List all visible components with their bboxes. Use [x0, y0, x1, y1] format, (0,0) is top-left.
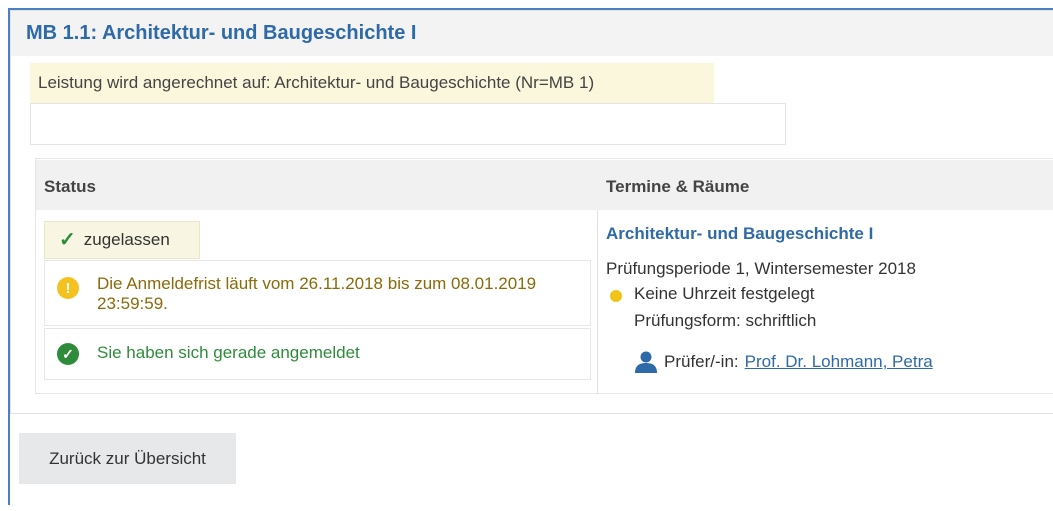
examiner-row: Prüfer/-in: Prof. Dr. Lohmann, Petra: [634, 351, 933, 373]
registration-deadline-text: Die Anmeldefrist läuft vom 26.11.2018 bi…: [97, 274, 537, 313]
info-warning-icon: !: [57, 277, 79, 299]
check-icon: ✓: [59, 229, 76, 251]
back-to-overview-button[interactable]: Zurück zur Übersicht: [19, 433, 236, 484]
status-badge: ✓ zugelassen: [44, 221, 200, 259]
status-badge-label: zugelassen: [83, 230, 170, 249]
exam-period: Prüfungsperiode 1, Wintersemester 2018: [606, 259, 916, 278]
yellow-dot-icon: [610, 290, 622, 302]
registration-success-text: Sie haben sich gerade angemeldet: [97, 343, 360, 362]
exam-time: Keine Uhrzeit festgelegt: [634, 284, 815, 303]
exam-form: Prüfungsform: schriftlich: [634, 311, 817, 330]
status-column-header: Status: [44, 177, 96, 196]
module-title: MB 1.1: Architektur- und Baugeschichte I: [26, 22, 417, 44]
credit-note: Leistung wird angerechnet auf: Architekt…: [30, 63, 714, 103]
check-circle-icon: ✓: [57, 343, 79, 365]
empty-info-box: [30, 103, 786, 145]
examiner-label: Prüfer/-in:: [664, 352, 739, 371]
column-divider: [597, 210, 598, 394]
examiner-name-link[interactable]: Prof. Dr. Lohmann, Petra: [745, 352, 933, 372]
person-icon: [634, 351, 658, 373]
exam-title-link[interactable]: Architektur- und Baugeschichte I: [606, 224, 873, 244]
registration-deadline-message: ! Die Anmeldefrist läuft vom 26.11.2018 …: [44, 260, 591, 326]
dates-rooms-column-header: Termine & Räume: [606, 177, 750, 196]
registration-success-message: ✓ Sie haben sich gerade angemeldet: [44, 328, 591, 380]
details-table-header: [36, 160, 1053, 210]
